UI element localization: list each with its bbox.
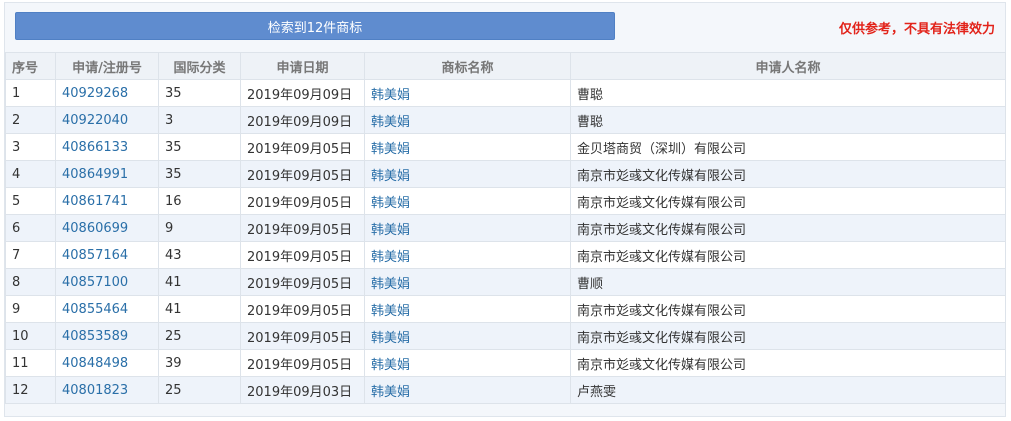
results-toolbar: 检索到12件商标 仅供参考，不具有法律效力 [5, 3, 1005, 52]
cell-mark-link[interactable]: 韩美娟 [364, 214, 571, 242]
cell-date: 2019年09月03日 [240, 376, 365, 404]
column-header-class[interactable]: 国际分类 [158, 52, 241, 80]
cell-applicant: 卢燕雯 [570, 376, 1006, 404]
table-row: 6 40860699 9 2019年09月05日 韩美娟 南京市彣彧文化传媒有限… [5, 214, 1006, 242]
cell-applicant: 南京市彣彧文化传媒有限公司 [570, 322, 1006, 350]
table-row: 3 40866133 35 2019年09月05日 韩美娟 金贝塔商贸（深圳）有… [5, 133, 1006, 161]
cell-class: 25 [158, 322, 241, 350]
cell-mark-link[interactable]: 韩美娟 [364, 241, 571, 269]
table-header-row: 序号 申请/注册号 国际分类 申请日期 商标名称 申请人名称 [5, 52, 1006, 80]
cell-applicant: 曹顺 [570, 268, 1006, 296]
cell-class: 43 [158, 241, 241, 269]
cell-index: 7 [5, 241, 56, 269]
table-row: 11 40848498 39 2019年09月05日 韩美娟 南京市彣彧文化传媒… [5, 349, 1006, 377]
cell-mark-link[interactable]: 韩美娟 [364, 133, 571, 161]
cell-date: 2019年09月05日 [240, 241, 365, 269]
table-row: 2 40922040 3 2019年09月09日 韩美娟 曹聪 [5, 106, 1006, 134]
cell-reg-no-link[interactable]: 40922040 [55, 106, 159, 134]
column-header-applicant[interactable]: 申请人名称 [570, 52, 1006, 80]
cell-class: 41 [158, 268, 241, 296]
cell-class: 35 [158, 133, 241, 161]
cell-mark-link[interactable]: 韩美娟 [364, 295, 571, 323]
cell-mark-link[interactable]: 韩美娟 [364, 187, 571, 215]
cell-applicant: 南京市彣彧文化传媒有限公司 [570, 241, 1006, 269]
cell-mark-link[interactable]: 韩美娟 [364, 79, 571, 107]
trademark-table: 序号 申请/注册号 国际分类 申请日期 商标名称 申请人名称 1 4092926… [5, 52, 1006, 404]
cell-reg-no-link[interactable]: 40857164 [55, 241, 159, 269]
cell-date: 2019年09月05日 [240, 322, 365, 350]
column-header-mark-name[interactable]: 商标名称 [364, 52, 571, 80]
cell-mark-link[interactable]: 韩美娟 [364, 160, 571, 188]
cell-class: 3 [158, 106, 241, 134]
column-header-reg-no[interactable]: 申请/注册号 [55, 52, 159, 80]
cell-class: 39 [158, 349, 241, 377]
cell-applicant: 曹聪 [570, 79, 1006, 107]
cell-mark-link[interactable]: 韩美娟 [364, 106, 571, 134]
cell-applicant: 金贝塔商贸（深圳）有限公司 [570, 133, 1006, 161]
cell-index: 11 [5, 349, 56, 377]
disclaimer-text: 仅供参考，不具有法律效力 [838, 22, 995, 37]
cell-date: 2019年09月09日 [240, 106, 365, 134]
table-row: 9 40855464 41 2019年09月05日 韩美娟 南京市彣彧文化传媒有… [5, 295, 1006, 323]
cell-date: 2019年09月05日 [240, 160, 365, 188]
table-row: 5 40861741 16 2019年09月05日 韩美娟 南京市彣彧文化传媒有… [5, 187, 1006, 215]
cell-date: 2019年09月05日 [240, 349, 365, 377]
cell-class: 41 [158, 295, 241, 323]
cell-reg-no-link[interactable]: 40861741 [55, 187, 159, 215]
cell-applicant: 曹聪 [570, 106, 1006, 134]
cell-class: 16 [158, 187, 241, 215]
cell-reg-no-link[interactable]: 40929268 [55, 79, 159, 107]
result-count-button[interactable]: 检索到12件商标 [15, 12, 615, 40]
cell-reg-no-link[interactable]: 40860699 [55, 214, 159, 242]
cell-mark-link[interactable]: 韩美娟 [364, 376, 571, 404]
cell-index: 5 [5, 187, 56, 215]
cell-index: 6 [5, 214, 56, 242]
cell-date: 2019年09月09日 [240, 79, 365, 107]
cell-mark-link[interactable]: 韩美娟 [364, 349, 571, 377]
cell-reg-no-link[interactable]: 40848498 [55, 349, 159, 377]
cell-index: 9 [5, 295, 56, 323]
cell-date: 2019年09月05日 [240, 295, 365, 323]
cell-reg-no-link[interactable]: 40853589 [55, 322, 159, 350]
cell-date: 2019年09月05日 [240, 268, 365, 296]
cell-index: 8 [5, 268, 56, 296]
cell-applicant: 南京市彣彧文化传媒有限公司 [570, 349, 1006, 377]
cell-index: 4 [5, 160, 56, 188]
table-row: 10 40853589 25 2019年09月05日 韩美娟 南京市彣彧文化传媒… [5, 322, 1006, 350]
cell-index: 10 [5, 322, 56, 350]
table-row: 4 40864991 35 2019年09月05日 韩美娟 南京市彣彧文化传媒有… [5, 160, 1006, 188]
cell-reg-no-link[interactable]: 40801823 [55, 376, 159, 404]
cell-reg-no-link[interactable]: 40857100 [55, 268, 159, 296]
cell-applicant: 南京市彣彧文化传媒有限公司 [570, 187, 1006, 215]
cell-applicant: 南京市彣彧文化传媒有限公司 [570, 160, 1006, 188]
cell-reg-no-link[interactable]: 40866133 [55, 133, 159, 161]
table-row: 1 40929268 35 2019年09月09日 韩美娟 曹聪 [5, 79, 1006, 107]
column-header-date[interactable]: 申请日期 [240, 52, 365, 80]
cell-index: 12 [5, 376, 56, 404]
cell-index: 2 [5, 106, 56, 134]
cell-reg-no-link[interactable]: 40864991 [55, 160, 159, 188]
table-row: 12 40801823 25 2019年09月03日 韩美娟 卢燕雯 [5, 376, 1006, 404]
cell-reg-no-link[interactable]: 40855464 [55, 295, 159, 323]
cell-index: 3 [5, 133, 56, 161]
table-row: 8 40857100 41 2019年09月05日 韩美娟 曹顺 [5, 268, 1006, 296]
cell-mark-link[interactable]: 韩美娟 [364, 268, 571, 296]
cell-class: 35 [158, 160, 241, 188]
cell-date: 2019年09月05日 [240, 214, 365, 242]
cell-class: 35 [158, 79, 241, 107]
table-row: 7 40857164 43 2019年09月05日 韩美娟 南京市彣彧文化传媒有… [5, 241, 1006, 269]
cell-mark-link[interactable]: 韩美娟 [364, 322, 571, 350]
cell-date: 2019年09月05日 [240, 187, 365, 215]
cell-applicant: 南京市彣彧文化传媒有限公司 [570, 295, 1006, 323]
column-header-index[interactable]: 序号 [5, 52, 56, 80]
cell-class: 25 [158, 376, 241, 404]
cell-applicant: 南京市彣彧文化传媒有限公司 [570, 214, 1006, 242]
cell-class: 9 [158, 214, 241, 242]
cell-date: 2019年09月05日 [240, 133, 365, 161]
cell-index: 1 [5, 79, 56, 107]
results-panel: 检索到12件商标 仅供参考，不具有法律效力 序号 申请/注册号 国际分类 申请日… [4, 2, 1006, 417]
